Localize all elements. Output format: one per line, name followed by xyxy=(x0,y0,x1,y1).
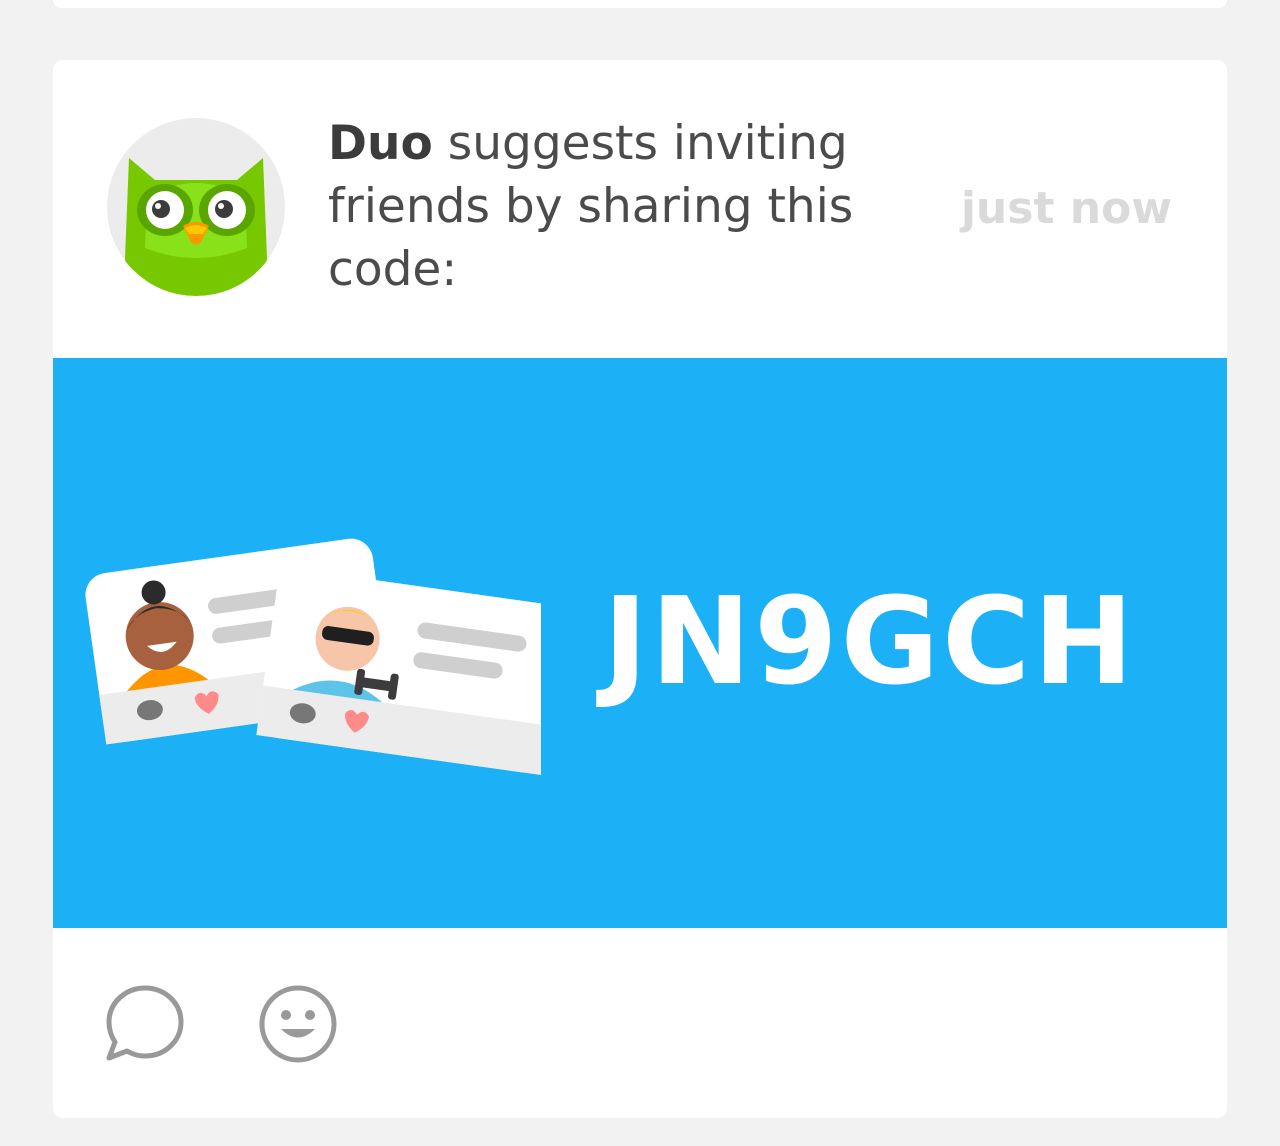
feed-card: Duo suggests inviting friends by sharing… xyxy=(53,60,1227,1118)
friends-profile-cards-illustration xyxy=(85,538,541,776)
invite-code[interactable]: JN9GCH xyxy=(603,573,1137,713)
sender-name[interactable]: Duo xyxy=(328,116,433,171)
invite-code-banner: JN9GCH xyxy=(53,358,1227,928)
post-message: Duo suggests inviting friends by sharing… xyxy=(328,112,888,301)
comment-button[interactable] xyxy=(103,982,187,1066)
comment-icon xyxy=(106,985,184,1061)
owl-icon xyxy=(125,158,267,296)
duo-owl-avatar[interactable] xyxy=(107,118,285,296)
card-actions xyxy=(53,928,1227,1118)
post-timestamp: just now xyxy=(960,183,1172,234)
smiley-icon xyxy=(259,985,337,1063)
previous-card-edge xyxy=(53,0,1227,8)
react-button[interactable] xyxy=(256,982,340,1066)
card-header: Duo suggests inviting friends by sharing… xyxy=(53,60,1227,358)
